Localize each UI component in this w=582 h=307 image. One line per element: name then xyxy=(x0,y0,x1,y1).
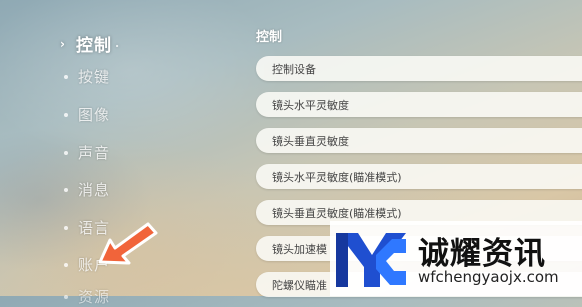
sidebar-item-keys[interactable]: 按键 xyxy=(64,66,110,87)
settings-row-horizontal-aim-sensitivity[interactable]: 镜头水平灵敏度(瞄准模式) xyxy=(256,164,582,189)
settings-row-vertical-sensitivity[interactable]: 镜头垂直灵敏度 xyxy=(256,128,582,153)
sidebar-item-control[interactable]: › 控制 . xyxy=(60,31,120,56)
panel-title: 控制 xyxy=(256,30,283,45)
sidebar-item-label: 图像 xyxy=(78,106,111,124)
sidebar-item-message[interactable]: 消息 xyxy=(64,179,110,200)
watermark-url: wfchengyaojx.com xyxy=(418,268,559,286)
bullet-icon xyxy=(64,262,68,267)
sidebar-item-image[interactable]: 图像 xyxy=(64,104,110,125)
sidebar-item-label: 控制 xyxy=(76,36,112,56)
row-label: 镜头垂直灵敏度(瞄准模式) xyxy=(272,207,402,220)
row-label: 镜头加速模 xyxy=(272,243,327,256)
row-label: 陀螺仪瞄准 xyxy=(272,279,327,292)
bullet-icon xyxy=(64,150,68,155)
settings-row-horizontal-sensitivity[interactable]: 镜头水平灵敏度 xyxy=(256,92,582,117)
row-label: 镜头水平灵敏度(瞄准模式) xyxy=(272,171,402,184)
row-label: 控制设备 xyxy=(272,63,316,76)
chevron-right-icon: › xyxy=(60,36,66,51)
sidebar-item-label: 消息 xyxy=(78,181,111,199)
sidebar-item-label: 声音 xyxy=(78,144,111,162)
sidebar-item-label: 按键 xyxy=(78,68,111,86)
row-label: 镜头水平灵敏度 xyxy=(272,99,349,112)
sidebar-item-resources[interactable]: 资源 xyxy=(64,286,110,307)
bullet-icon xyxy=(64,225,68,230)
settings-row-control-device[interactable]: 控制设备 xyxy=(256,56,582,81)
sidebar-item-sound[interactable]: 声音 xyxy=(64,142,110,163)
bullet-icon xyxy=(64,74,68,79)
brand-logo-icon xyxy=(336,233,406,287)
bullet-icon xyxy=(64,187,68,192)
bullet-icon xyxy=(64,112,68,117)
bullet-icon xyxy=(64,294,68,299)
row-label: 镜头垂直灵敏度 xyxy=(272,135,349,148)
watermark-brand: 诚耀资讯 xyxy=(418,236,546,272)
arrow-pointer-icon xyxy=(98,222,158,265)
sidebar-item-label: 资源 xyxy=(78,288,111,306)
